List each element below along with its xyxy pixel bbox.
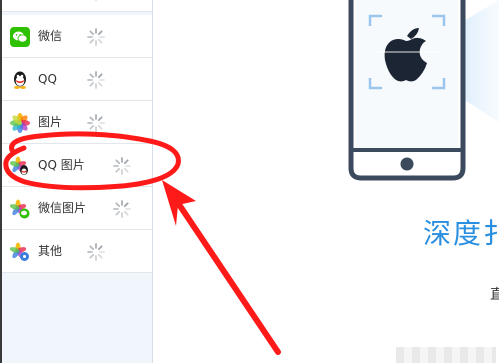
red-arrow-shaft [169, 191, 281, 355]
red-circle-annotation [3, 131, 181, 191]
red-annotation-overlay [3, 131, 281, 355]
